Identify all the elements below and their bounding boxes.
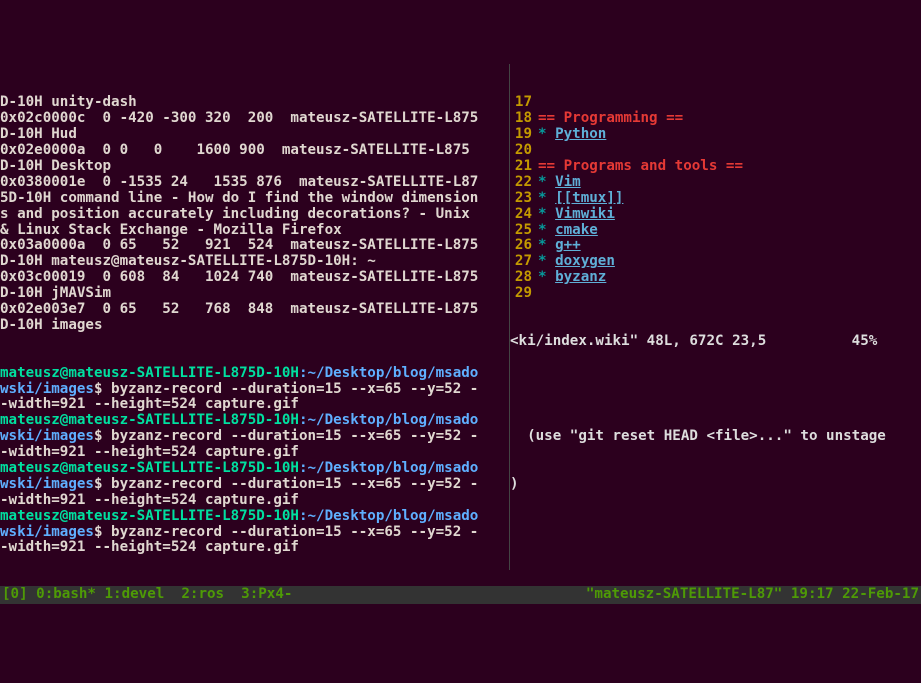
- wiki-link[interactable]: 23* [[tmux]]: [510, 191, 921, 207]
- terminal-output: 0x02e003e7 0 65 52 768 848 mateusz-SATEL…: [0, 302, 509, 318]
- shell-cmd[interactable]: wski/images$ byzanz-record --duration=15…: [0, 525, 509, 541]
- wiki-line: 29: [510, 286, 921, 302]
- wiki-line: 18== Programming ==: [510, 111, 921, 127]
- wiki-link[interactable]: 26* g++: [510, 238, 921, 254]
- terminal-output: D-10H unity-dash: [0, 95, 509, 111]
- wiki-line: 20: [510, 143, 921, 159]
- shell-prompt[interactable]: mateusz@mateusz-SATELLITE-L875D-10H:~/De…: [0, 509, 509, 525]
- shell-cmd[interactable]: -width=921 --height=524 capture.gif: [0, 397, 509, 413]
- terminal-output: 0x03c00019 0 608 84 1024 740 mateusz-SAT…: [0, 270, 509, 286]
- terminal-output: 0x0380001e 0 -1535 24 1535 876 mateusz-S…: [0, 175, 509, 191]
- shell-prompt[interactable]: mateusz@mateusz-SATELLITE-L875D-10H:~/De…: [0, 366, 509, 382]
- wiki-link[interactable]: 27* doxygen: [510, 254, 921, 270]
- tmux-statusbar[interactable]: [0] 0:bash* 1:devel 2:ros 3:Px4- "mateus…: [0, 586, 921, 604]
- vim-status: <ki/index.wiki" 48L, 672C 23,5 45%: [510, 334, 921, 350]
- git-blank: [510, 525, 921, 541]
- wiki-line: 21== Programs and tools ==: [510, 159, 921, 175]
- wiki-link[interactable]: 28* byzanz: [510, 270, 921, 286]
- wiki-link[interactable]: 22* Vim: [510, 175, 921, 191]
- terminal-output: D-10H Desktop: [0, 159, 509, 175]
- git-hint: ): [510, 477, 921, 493]
- git-blank: [510, 382, 921, 398]
- terminal-output: 0x02e0000a 0 0 0 1600 900 mateusz-SATELL…: [0, 143, 509, 159]
- shell-cmd[interactable]: wski/images$ byzanz-record --duration=15…: [0, 429, 509, 445]
- tmux-clock: "mateusz-SATELLITE-L87" 19:17 22-Feb-17: [586, 587, 919, 603]
- terminal-output: 5D-10H command line - How do I find the …: [0, 191, 509, 207]
- terminal-output: & Linux Stack Exchange - Mozilla Firefox: [0, 223, 509, 239]
- terminal-output: D-10H jMAVSim: [0, 286, 509, 302]
- shell-prompt[interactable]: mateusz@mateusz-SATELLITE-L875D-10H:~/De…: [0, 413, 509, 429]
- wiki-link[interactable]: 24* Vimwiki: [510, 207, 921, 223]
- wiki-line: 17: [510, 95, 921, 111]
- terminal-output: s and position accurately including deco…: [0, 207, 509, 223]
- shell-prompt[interactable]: mateusz@mateusz-SATELLITE-L875D-10H:~/De…: [0, 461, 509, 477]
- terminal-output: D-10H mateusz@mateusz-SATELLITE-L875D-10…: [0, 254, 509, 270]
- terminal-output: D-10H images: [0, 318, 509, 334]
- wiki-link[interactable]: 19* Python: [510, 127, 921, 143]
- shell-cmd[interactable]: -width=921 --height=524 capture.gif: [0, 540, 509, 556]
- terminal-output: 0x03a0000a 0 65 52 921 524 mateusz-SATEL…: [0, 238, 509, 254]
- tmux-windows[interactable]: [0] 0:bash* 1:devel 2:ros 3:Px4-: [2, 587, 292, 603]
- left-pane[interactable]: D-10H unity-dash0x02c0000c 0 -420 -300 3…: [0, 64, 509, 570]
- shell-cmd[interactable]: wski/images$ byzanz-record --duration=15…: [0, 382, 509, 398]
- shell-cmd[interactable]: -width=921 --height=524 capture.gif: [0, 493, 509, 509]
- shell-cmd[interactable]: wski/images$ byzanz-record --duration=15…: [0, 477, 509, 493]
- right-pane[interactable]: 1718== Programming ==19* Python2021== Pr…: [509, 64, 921, 570]
- git-hint: (use "git reset HEAD <file>..." to unsta…: [510, 429, 921, 445]
- terminal-output: 0x02c0000c 0 -420 -300 320 200 mateusz-S…: [0, 111, 509, 127]
- terminal-output: D-10H Hud: [0, 127, 509, 143]
- wiki-link[interactable]: 25* cmake: [510, 223, 921, 239]
- shell-cmd[interactable]: -width=921 --height=524 capture.gif: [0, 445, 509, 461]
